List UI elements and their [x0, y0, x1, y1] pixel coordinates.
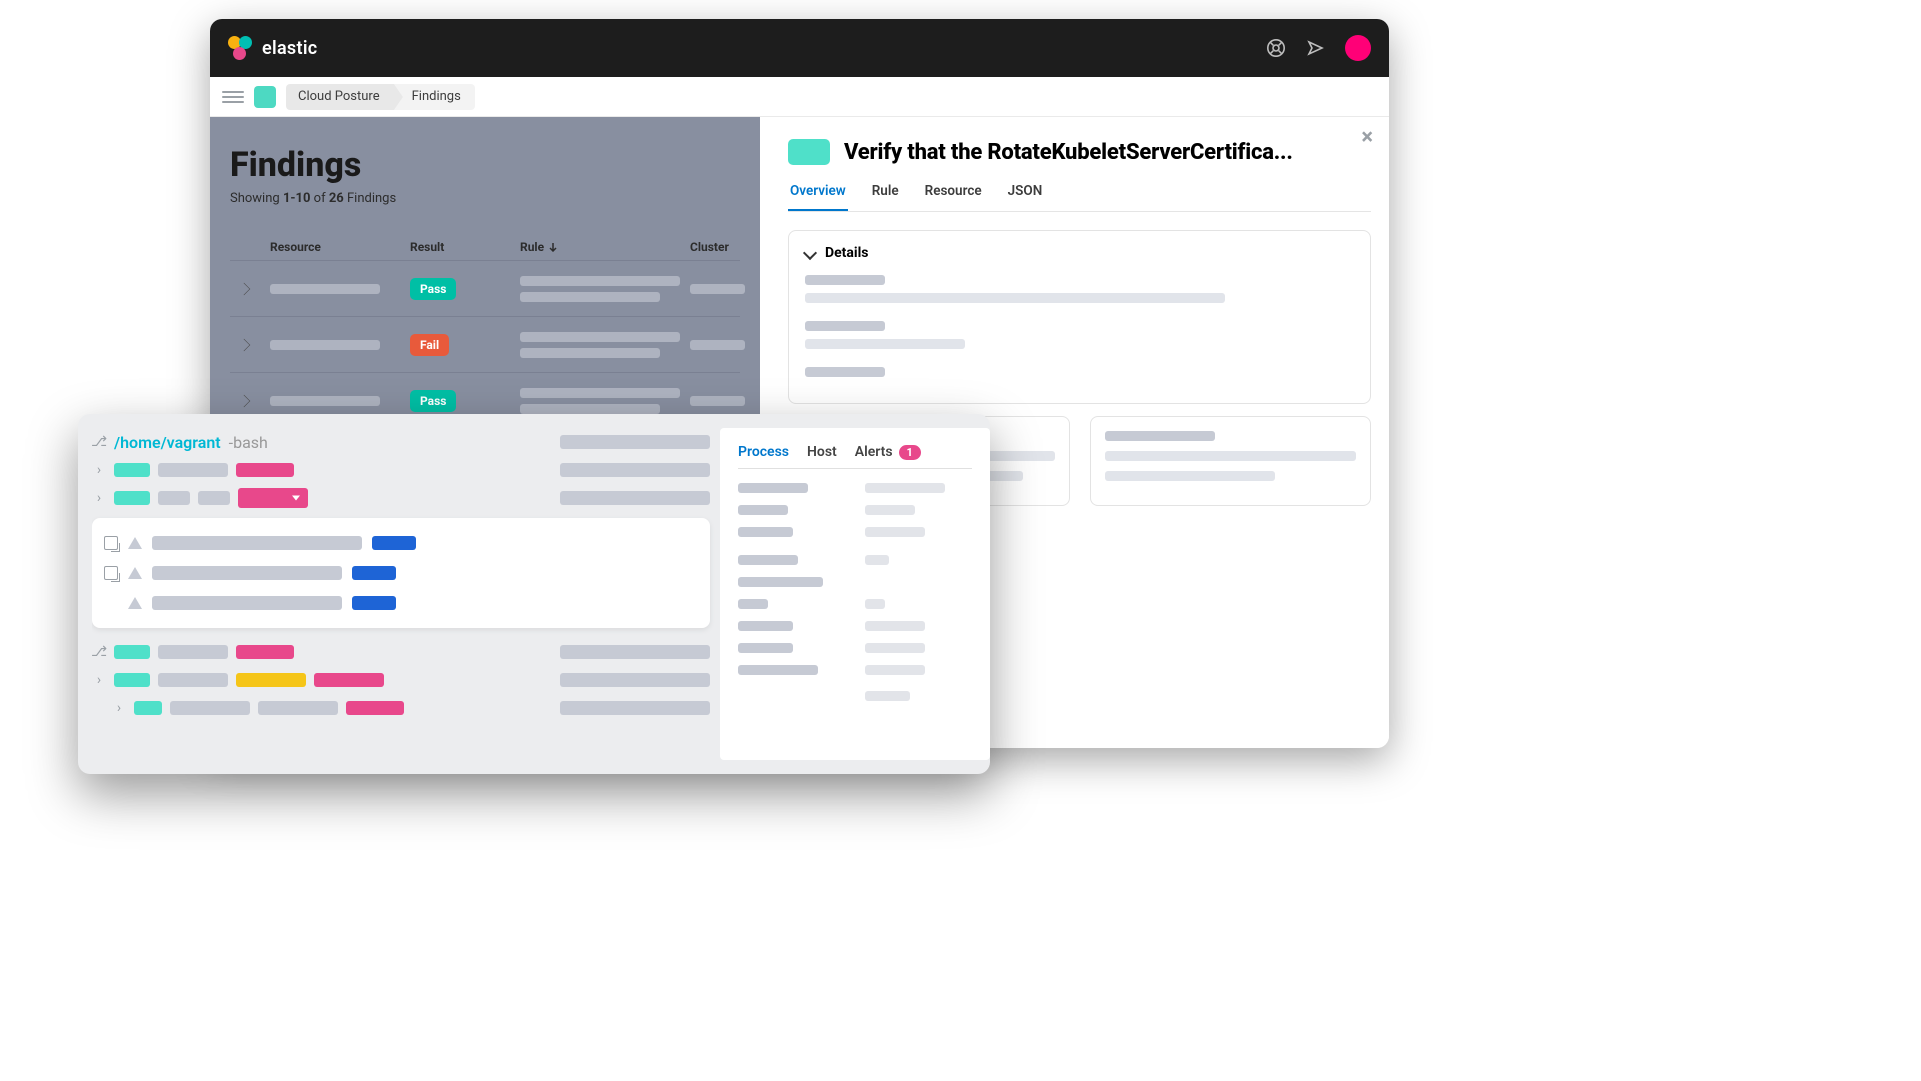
- status-badge: Pass: [410, 278, 456, 300]
- tab-resource[interactable]: Resource: [923, 183, 984, 211]
- session-line[interactable]: [104, 558, 698, 588]
- flyout-tabs: Overview Rule Resource JSON: [788, 183, 1371, 212]
- prompt-icon: ›: [92, 672, 106, 688]
- details-panel: Details: [788, 230, 1371, 404]
- chevron-down-icon: [803, 246, 817, 260]
- warning-icon: [128, 537, 142, 549]
- table-row[interactable]: Fail: [230, 316, 740, 372]
- warning-icon: [128, 567, 142, 579]
- table-row[interactable]: Pass: [230, 260, 740, 316]
- panel-b: [1090, 416, 1372, 506]
- tab-process[interactable]: Process: [738, 444, 789, 460]
- details-heading[interactable]: Details: [805, 245, 1354, 261]
- col-resource[interactable]: Resource: [270, 240, 410, 254]
- elastic-logo-icon: [228, 36, 252, 60]
- placeholder: [560, 435, 710, 449]
- col-result[interactable]: Result: [410, 240, 520, 254]
- flyout-title: Verify that the RotateKubeletServerCerti…: [844, 140, 1293, 165]
- tab-alerts[interactable]: Alerts 1: [855, 444, 921, 460]
- tab-json[interactable]: JSON: [1006, 183, 1045, 211]
- status-badge: Pass: [410, 390, 456, 412]
- expand-icon[interactable]: [104, 536, 118, 550]
- titlebar: elastic: [210, 19, 1389, 77]
- session-line[interactable]: ›: [92, 694, 710, 722]
- close-icon[interactable]: ×: [1361, 125, 1373, 150]
- flyout-header: Verify that the RotateKubeletServerCerti…: [788, 139, 1371, 165]
- breadcrumb-item[interactable]: Cloud Posture: [286, 84, 394, 110]
- git-branch-icon: ⎇: [92, 434, 106, 450]
- session-line[interactable]: ›: [92, 456, 710, 484]
- breadcrumb: Cloud Posture Findings: [286, 84, 475, 110]
- session-path-line: ⎇ /home/vagrant -bash: [92, 428, 710, 456]
- breadcrumb-row: Cloud Posture Findings: [210, 77, 1389, 117]
- titlebar-actions: [1265, 35, 1371, 61]
- table-header: Resource Result Rule Cluster: [230, 234, 740, 260]
- newsfeed-icon[interactable]: [1305, 37, 1327, 59]
- breadcrumb-label: Findings: [412, 89, 461, 104]
- breadcrumb-label: Cloud Posture: [298, 89, 380, 104]
- git-branch-icon: ⎇: [92, 644, 106, 660]
- arrow-down-icon: [548, 242, 558, 252]
- session-line[interactable]: ›: [92, 666, 710, 694]
- expand-icon[interactable]: [230, 281, 270, 297]
- space-selector[interactable]: [254, 86, 276, 108]
- page-subtitle: Showing 1-10 of 26 Findings: [230, 191, 740, 206]
- status-badge: Fail: [410, 334, 449, 356]
- page-title: Findings: [230, 145, 740, 185]
- nav-toggle-icon[interactable]: [222, 86, 244, 108]
- session-line[interactable]: ⎇: [92, 638, 710, 666]
- session-tree: ⎇ /home/vagrant -bash › ›: [92, 428, 720, 760]
- expand-icon[interactable]: [230, 337, 270, 353]
- selected-group: [92, 518, 710, 628]
- session-line[interactable]: ›: [92, 484, 710, 512]
- session-shell: -bash: [229, 433, 268, 452]
- expand-icon[interactable]: [230, 393, 270, 409]
- tab-rule[interactable]: Rule: [870, 183, 901, 211]
- breadcrumb-item[interactable]: Findings: [394, 84, 475, 110]
- tab-overview[interactable]: Overview: [788, 183, 848, 211]
- brand[interactable]: elastic: [228, 36, 318, 60]
- dropdown[interactable]: [238, 488, 308, 508]
- col-rule[interactable]: Rule: [520, 240, 690, 254]
- brand-name: elastic: [262, 38, 318, 59]
- col-cluster[interactable]: Cluster: [690, 240, 770, 254]
- session-line[interactable]: [104, 528, 698, 558]
- tab-host[interactable]: Host: [807, 444, 837, 460]
- expand-icon[interactable]: [104, 566, 118, 580]
- session-path: /home/vagrant: [114, 433, 221, 452]
- session-line[interactable]: [104, 588, 698, 618]
- help-icon[interactable]: [1265, 37, 1287, 59]
- prompt-icon: ›: [112, 700, 126, 716]
- prompt-icon: ›: [92, 490, 106, 506]
- warning-icon: [128, 597, 142, 609]
- alert-count-badge: 1: [899, 445, 921, 460]
- prompt-icon: ›: [92, 462, 106, 478]
- session-viewer: ⎇ /home/vagrant -bash › ›: [78, 414, 990, 774]
- flyout-status-badge: [788, 139, 830, 165]
- session-detail-panel: Process Host Alerts 1: [720, 428, 990, 760]
- detail-tabs: Process Host Alerts 1: [738, 444, 972, 469]
- avatar[interactable]: [1345, 35, 1371, 61]
